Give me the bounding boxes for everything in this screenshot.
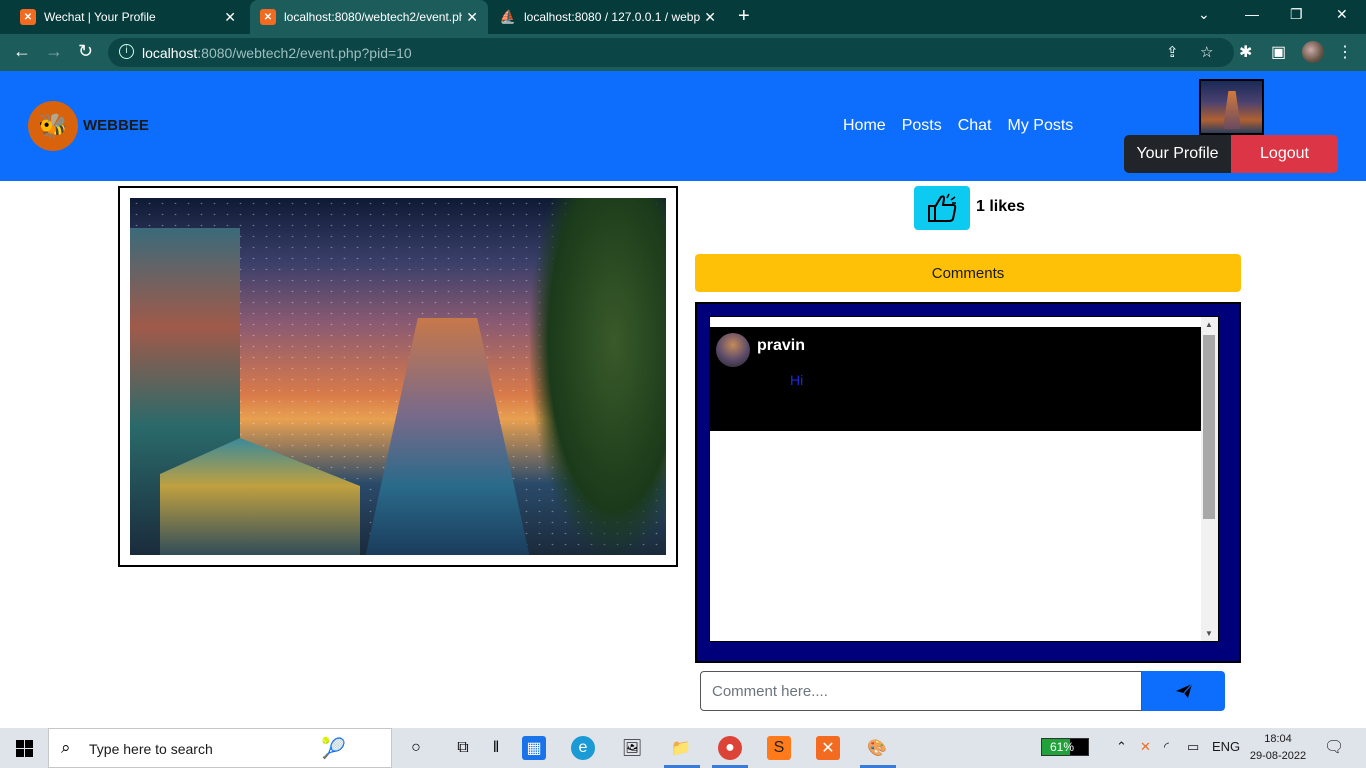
search-icon: ⌕: [61, 738, 71, 757]
battery-indicator[interactable]: 61%: [1041, 738, 1089, 756]
task-view-icon[interactable]: ⧉: [451, 736, 475, 760]
paint-icon[interactable]: 🎨: [865, 736, 889, 760]
share-icon[interactable]: ⇪: [1166, 43, 1179, 61]
reload-icon[interactable]: ↻: [78, 41, 93, 62]
nav-my-posts[interactable]: My Posts: [1008, 117, 1074, 135]
language-indicator[interactable]: ENG: [1212, 739, 1240, 754]
tab-event[interactable]: ✕ localhost:8080/webtech2/event.php ✕: [250, 0, 488, 34]
divider-icon: ‖: [492, 739, 500, 756]
system-clock[interactable]: 18:04 29-08-2022: [1244, 731, 1312, 765]
wifi-icon[interactable]: ◜: [1164, 739, 1169, 755]
tab-profile[interactable]: ✕ Wechat | Your Profile ✕: [12, 0, 246, 34]
close-tab-icon[interactable]: ✕: [466, 9, 478, 26]
post-image: [130, 198, 666, 555]
comment-input[interactable]: [700, 671, 1142, 711]
clock-time: 18:04: [1264, 733, 1292, 745]
bookmark-star-icon[interactable]: ☆: [1200, 43, 1213, 61]
close-tab-icon[interactable]: ✕: [224, 9, 236, 26]
minimize-icon[interactable]: —: [1245, 6, 1259, 22]
cortana-icon[interactable]: ○: [404, 736, 428, 760]
url-field[interactable]: i localhost:8080/webtech2/event.php?pid=…: [108, 38, 1234, 67]
file-explorer-icon[interactable]: 📁: [669, 736, 693, 760]
address-toolbar: ← → ↻ i localhost:8080/webtech2/event.ph…: [0, 34, 1366, 71]
comment-item: pravin Hi: [710, 327, 1201, 431]
post-image-frame: [118, 186, 678, 567]
new-tab-icon[interactable]: +: [738, 5, 750, 28]
clock-date: 29-08-2022: [1249, 750, 1307, 762]
bee-logo-icon[interactable]: 🐝: [28, 101, 78, 151]
show-hidden-icons[interactable]: ⌃: [1116, 739, 1127, 755]
forward-icon[interactable]: →: [45, 41, 63, 62]
windows-taskbar: ⌕ Type here to search 🎾 ○ ⧉ ‖ ▦ e 🖼 📁 ● …: [0, 728, 1366, 768]
close-window-icon[interactable]: ✕: [1336, 6, 1348, 23]
taskbar-search[interactable]: ⌕ Type here to search 🎾: [48, 728, 392, 768]
extensions-icon[interactable]: ✱: [1239, 42, 1252, 62]
tab-search-icon[interactable]: ⌄: [1198, 6, 1210, 23]
main-nav: Home Posts Chat My Posts: [843, 117, 1073, 135]
chrome-icon[interactable]: ●: [718, 736, 742, 760]
comments-list: pravin Hi ▲ ▼: [709, 316, 1219, 642]
notifications-icon[interactable]: 🗨: [1324, 737, 1344, 757]
likes-count: 1 likes: [976, 198, 1025, 215]
restore-icon[interactable]: ❐: [1290, 6, 1303, 23]
nav-posts[interactable]: Posts: [902, 117, 942, 135]
browser-profile-avatar[interactable]: [1302, 41, 1324, 63]
tab-title: Wechat | Your Profile: [44, 10, 156, 24]
back-icon[interactable]: ←: [13, 41, 31, 62]
store-icon[interactable]: ▦: [522, 736, 546, 760]
tab-phpmyadmin[interactable]: ⛵ localhost:8080 / 127.0.0.1 / webp ✕: [490, 0, 726, 34]
xampp-tray-icon[interactable]: ✕: [1140, 739, 1151, 755]
xampp-taskbar-icon[interactable]: ✕: [816, 736, 840, 760]
comments-header: Comments: [695, 254, 1241, 292]
edge-icon[interactable]: e: [571, 736, 595, 760]
thumbs-up-icon: [928, 193, 957, 222]
commenter-avatar: [716, 333, 750, 367]
scroll-up-icon[interactable]: ▲: [1205, 320, 1213, 329]
comments-scrollbar[interactable]: ▲ ▼: [1201, 317, 1218, 641]
url-text: localhost:8080/webtech2/event.php?pid=10: [142, 45, 412, 61]
menu-icon[interactable]: ⋮: [1337, 42, 1353, 62]
taskbar-search-text: Type here to search: [89, 741, 213, 757]
comment-username: pravin: [757, 337, 806, 354]
scroll-down-icon[interactable]: ▼: [1205, 629, 1213, 638]
nav-chat[interactable]: Chat: [958, 117, 992, 135]
brand-name[interactable]: WEBBEE: [83, 117, 149, 134]
tab-title: localhost:8080/webtech2/event.php: [284, 10, 462, 24]
scroll-thumb[interactable]: [1203, 335, 1215, 519]
nav-home[interactable]: Home: [843, 117, 886, 135]
profile-avatar[interactable]: [1199, 79, 1264, 135]
tab-title: localhost:8080 / 127.0.0.1 / webp: [524, 10, 701, 24]
sublime-text-icon[interactable]: S: [767, 736, 791, 760]
tennis-decoration-icon: 🎾: [321, 738, 346, 760]
like-button[interactable]: [914, 186, 970, 230]
site-info-icon[interactable]: i: [119, 44, 134, 59]
comments-panel: pravin Hi ▲ ▼: [695, 302, 1241, 663]
side-panel-icon[interactable]: ▣: [1271, 42, 1286, 62]
phpmyadmin-icon: ⛵: [499, 9, 517, 24]
battery-text: 61%: [1050, 740, 1075, 754]
send-comment-button[interactable]: [1142, 671, 1225, 711]
your-profile-button[interactable]: Your Profile: [1124, 135, 1231, 173]
photos-icon[interactable]: 🖼: [620, 736, 644, 760]
send-icon: [1175, 683, 1192, 698]
site-header: 🐝 WEBBEE Home Posts Chat My Posts Your P…: [0, 71, 1366, 181]
close-tab-icon[interactable]: ✕: [704, 9, 716, 26]
windows-start-icon[interactable]: [16, 740, 33, 757]
battery-tray-icon[interactable]: ▭: [1187, 739, 1199, 755]
xampp-icon: ✕: [20, 9, 36, 25]
tree: [530, 198, 666, 555]
browser-tab-bar: ✕ Wechat | Your Profile ✕ ✕ localhost:80…: [0, 0, 1366, 34]
comment-text: Hi: [790, 372, 804, 388]
xampp-icon: ✕: [260, 9, 276, 25]
logout-button[interactable]: Logout: [1231, 135, 1338, 173]
